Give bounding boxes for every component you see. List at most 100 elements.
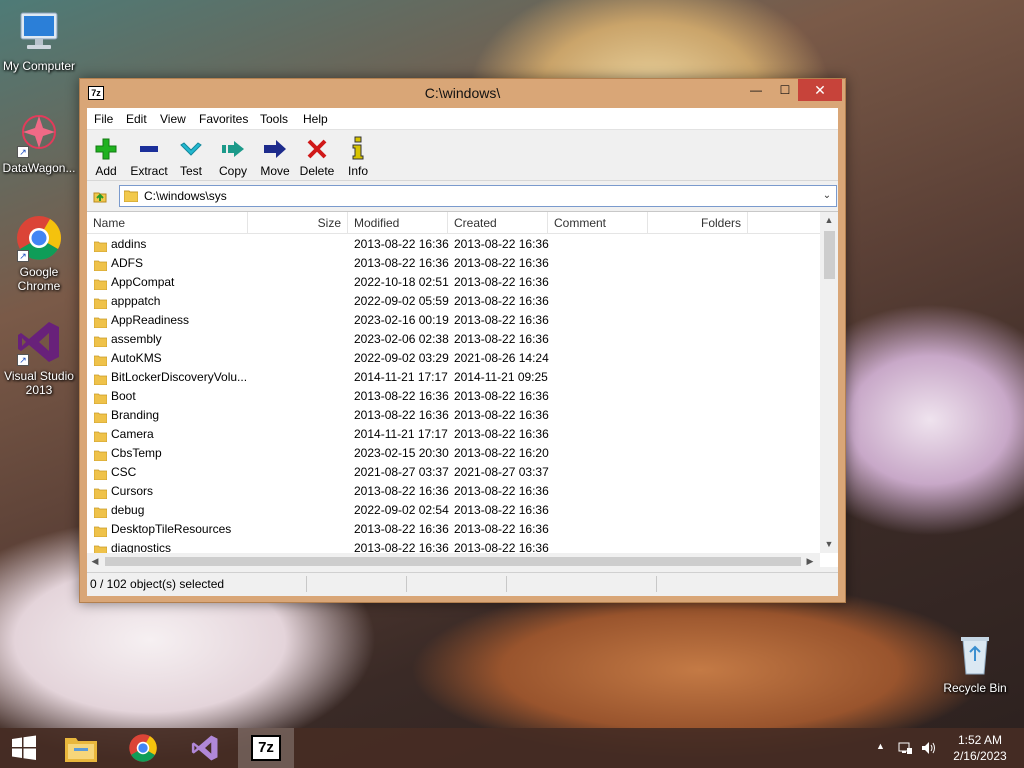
status-panel-3 xyxy=(407,576,507,592)
table-row[interactable]: addins 2013-08-22 16:36 2013-08-22 16:36 xyxy=(87,235,820,254)
scroll-up-icon[interactable]: ▲ xyxy=(820,212,838,229)
vertical-scroll-thumb[interactable] xyxy=(824,231,835,279)
menu-favorites[interactable]: Favorites xyxy=(199,112,248,126)
menu-help[interactable]: Help xyxy=(303,112,328,126)
file-name: AutoKMS xyxy=(111,351,162,365)
desktop-icon-google-chrome[interactable]: ↗ Google Chrome xyxy=(1,214,77,293)
clock-date: 2/16/2023 xyxy=(953,749,1007,763)
file-created: 2013-08-22 16:36 xyxy=(454,332,549,346)
column-comment[interactable]: Comment xyxy=(548,212,648,234)
7zip-icon: 7z xyxy=(251,735,281,761)
file-created: 2013-08-22 16:36 xyxy=(454,522,549,536)
folder-icon xyxy=(93,296,108,310)
clock-time: 1:52 AM xyxy=(957,733,1003,747)
maximize-button[interactable]: ☐ xyxy=(772,79,798,101)
menu-edit[interactable]: Edit xyxy=(126,112,147,126)
taskbar-visual-studio[interactable] xyxy=(177,728,233,768)
table-row[interactable]: diagnostics 2013-08-22 16:36 2013-08-22 16… xyxy=(87,539,820,553)
plus-icon xyxy=(82,134,130,162)
column-size[interactable]: Size xyxy=(248,212,348,234)
scroll-left-icon[interactable]: ◀ xyxy=(87,553,103,570)
table-row[interactable]: Branding 2013-08-22 16:36 2013-08-22 16:36 xyxy=(87,406,820,425)
file-created: 2021-08-26 14:24 xyxy=(454,351,549,365)
close-button[interactable]: ✕ xyxy=(798,79,842,101)
horizontal-scroll-thumb[interactable] xyxy=(105,557,801,566)
desktop-icon-my-computer[interactable]: My Computer xyxy=(1,8,77,73)
move-button[interactable]: Move xyxy=(251,134,299,178)
add-button[interactable]: Add xyxy=(82,134,130,178)
taskbar: 7z ▲ 1:52 AM 2/16/2023 xyxy=(0,728,1024,768)
network-icon[interactable] xyxy=(897,740,913,759)
table-row[interactable]: BitLockerDiscoveryVolu... 2014-11-21 17:1… xyxy=(87,368,820,387)
desktop-icon-datawagon[interactable]: ↗ DataWagon... xyxy=(1,110,77,175)
table-row[interactable]: AutoKMS 2022-09-02 03:29 2021-08-26 14:24 xyxy=(87,349,820,368)
taskbar-file-explorer[interactable] xyxy=(53,728,109,768)
desktop-icon-recycle-bin[interactable]: Recycle Bin xyxy=(937,630,1013,695)
table-row[interactable]: DesktopTileResources 2013-08-22 16:36 2013… xyxy=(87,520,820,539)
address-field[interactable]: ⌄ xyxy=(119,185,837,207)
table-row[interactable]: AppCompat 2022-10-18 02:51 2013-08-22 16:3… xyxy=(87,273,820,292)
shortcut-arrow-icon: ↗ xyxy=(17,250,29,262)
table-row[interactable]: AppReadiness 2023-02-16 00:19 2013-08-22 1… xyxy=(87,311,820,330)
tray-expand-icon[interactable]: ▲ xyxy=(876,741,885,751)
title-bar[interactable]: 7z C:\windows\ — ☐ ✕ xyxy=(80,79,845,107)
column-folders[interactable]: Folders xyxy=(648,212,748,234)
minus-icon xyxy=(125,134,173,162)
file-list: Name Size Modified Created Comment Folde… xyxy=(87,211,838,570)
info-button[interactable]: Info xyxy=(334,134,382,178)
minimize-button[interactable]: — xyxy=(743,79,769,101)
file-created: 2013-08-22 16:36 xyxy=(454,294,549,308)
taskbar-chrome[interactable] xyxy=(115,728,171,768)
chevron-down-icon[interactable]: ⌄ xyxy=(820,188,834,204)
file-name: apppatch xyxy=(111,294,161,308)
copy-button[interactable]: Copy xyxy=(209,134,257,178)
7zip-window: 7z C:\windows\ — ☐ ✕ File Edit View Favo… xyxy=(79,78,846,603)
address-input[interactable] xyxy=(144,188,814,204)
scroll-down-icon[interactable]: ▼ xyxy=(820,536,838,553)
file-created: 2013-08-22 16:36 xyxy=(454,484,549,498)
table-row[interactable]: apppatch 2022-09-02 05:59 2013-08-22 16:36 xyxy=(87,292,820,311)
column-modified[interactable]: Modified xyxy=(348,212,448,234)
column-name[interactable]: Name xyxy=(87,212,248,234)
volume-icon[interactable] xyxy=(920,740,938,759)
table-row[interactable]: debug 2022-09-02 02:54 2013-08-22 16:36 xyxy=(87,501,820,520)
folder-icon xyxy=(93,277,108,291)
start-button[interactable] xyxy=(0,728,56,768)
file-name: DesktopTileResources xyxy=(111,522,232,536)
table-row[interactable]: Camera 2014-11-21 17:17 2013-08-22 16:36 xyxy=(87,425,820,444)
menu-bar: File Edit View Favorites Tools Help xyxy=(87,108,838,130)
status-selection: 0 / 102 object(s) selected xyxy=(89,576,307,592)
horizontal-scrollbar[interactable]: ◀ ▶ xyxy=(87,553,820,570)
folder-icon xyxy=(93,315,108,329)
file-name: diagnostics xyxy=(111,541,172,553)
file-name: Cursors xyxy=(111,484,154,498)
file-name: Branding xyxy=(111,408,160,422)
file-created: 2013-08-22 16:36 xyxy=(454,427,549,441)
file-name: ADFS xyxy=(111,256,144,270)
menu-view[interactable]: View xyxy=(160,112,186,126)
table-row[interactable]: Boot 2013-08-22 16:36 2013-08-22 16:36 xyxy=(87,387,820,406)
column-header: Name Size Modified Created Comment Folde… xyxy=(87,212,820,234)
folder-icon xyxy=(93,486,108,500)
test-button[interactable]: Test xyxy=(167,134,215,178)
table-row[interactable]: CSC 2021-08-27 03:37 2021-08-27 03:37 xyxy=(87,463,820,482)
table-row[interactable]: Cursors 2013-08-22 16:36 2013-08-22 16:36 xyxy=(87,482,820,501)
desktop-icon-label: DataWagon... xyxy=(2,161,76,175)
up-folder-icon[interactable] xyxy=(92,188,108,204)
extract-button[interactable]: Extract xyxy=(125,134,173,178)
folder-icon xyxy=(93,543,108,553)
desktop-icon-visual-studio[interactable]: ↗ Visual Studio 2013 xyxy=(1,318,77,397)
desktop-icon-label: Visual Studio 2013 xyxy=(4,369,74,397)
clock[interactable]: 1:52 AM 2/16/2023 xyxy=(940,732,1020,764)
table-row[interactable]: CbsTemp 2023-02-15 20:30 2013-08-22 16:20 xyxy=(87,444,820,463)
table-row[interactable]: assembly 2023-02-06 02:38 2013-08-22 16:36 xyxy=(87,330,820,349)
scroll-right-icon[interactable]: ▶ xyxy=(802,553,818,570)
vertical-scrollbar[interactable]: ▲ ▼ xyxy=(820,212,838,553)
table-row[interactable]: ADFS 2013-08-22 16:36 2013-08-22 16:36 xyxy=(87,254,820,273)
taskbar-7zip[interactable]: 7z xyxy=(238,728,294,768)
column-created[interactable]: Created xyxy=(448,212,548,234)
menu-file[interactable]: File xyxy=(94,112,113,126)
menu-tools[interactable]: Tools xyxy=(260,112,288,126)
status-bar: 0 / 102 object(s) selected xyxy=(87,572,838,594)
file-created: 2013-08-22 16:36 xyxy=(454,408,549,422)
